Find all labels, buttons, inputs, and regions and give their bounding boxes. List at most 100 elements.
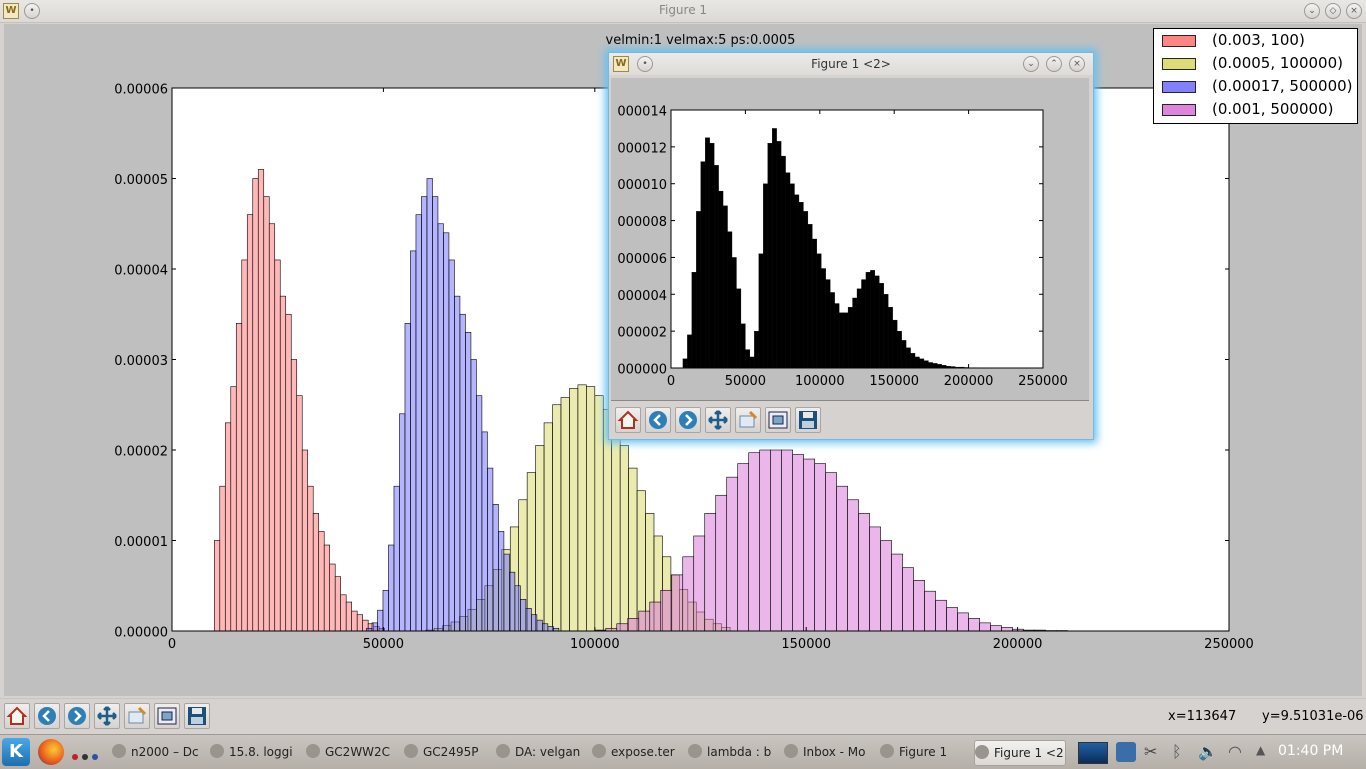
pager-dots[interactable] — [72, 749, 98, 764]
histogram-bar — [527, 473, 535, 631]
histogram-bar — [269, 224, 274, 631]
histogram-bar — [531, 615, 536, 631]
histogram-bar — [892, 554, 903, 631]
sub-forward-button[interactable] — [675, 407, 701, 433]
histogram-bar — [553, 405, 561, 631]
firefox-icon[interactable] — [38, 739, 64, 765]
sub-zoom-button[interactable] — [735, 407, 761, 433]
histogram-bar — [214, 541, 219, 632]
sub-figure-window[interactable]: W • Figure 1 <2> ⌄ ⌃ × 05000010000015000… — [608, 52, 1094, 440]
histogram-bar — [947, 607, 958, 631]
x-tick-label: 0 — [667, 374, 675, 389]
wifi-icon[interactable]: ◠ — [1228, 742, 1242, 761]
maximize-button[interactable]: ◇ — [1325, 3, 1341, 19]
zoom-rect-icon — [740, 416, 754, 427]
subplots-button[interactable] — [154, 703, 180, 729]
histogram-bar — [465, 332, 470, 631]
clock[interactable]: 01:40 PM — [1278, 743, 1343, 759]
back-button[interactable] — [34, 703, 60, 729]
terminal-icon — [592, 744, 606, 758]
minimize-button[interactable]: ⌄ — [1304, 3, 1320, 19]
sub-figure-canvas[interactable]: 0500001000001500002000002500000000000000… — [611, 78, 1089, 401]
tray-expand-icon[interactable]: ▲ — [1256, 743, 1265, 757]
app-launcher-icon[interactable]: K — [2, 738, 30, 766]
legend-swatch — [1162, 58, 1196, 70]
taskbar-item[interactable]: GC2WW2C — [306, 740, 398, 764]
x-tick-label: 0 — [168, 637, 176, 652]
bluetooth-icon[interactable]: ᛒ — [1172, 742, 1182, 761]
move-icon — [98, 707, 116, 725]
cursor-y-readout: y=9.51031e-06 — [1262, 709, 1364, 724]
taskbar-item[interactable]: expose.ter — [592, 740, 680, 764]
histogram-bar — [919, 359, 923, 368]
x-tick-label: 50000 — [725, 374, 766, 389]
clipboard-icon[interactable] — [1116, 742, 1136, 762]
histogram-bar — [383, 590, 388, 631]
histogram-bar — [716, 495, 727, 631]
sub-pan-button[interactable] — [705, 407, 731, 433]
histogram-bar — [837, 486, 848, 631]
taskbar-item[interactable]: lambda : b — [688, 740, 778, 764]
x-tick-label: 50000 — [363, 637, 404, 652]
sub-back-button[interactable] — [645, 407, 671, 433]
sub-window-titlebar[interactable]: W • Figure 1 <2> ⌄ ⌃ × — [609, 53, 1093, 75]
sub-minimize-button[interactable]: ⌄ — [1023, 56, 1039, 72]
home-button[interactable] — [4, 703, 30, 729]
save-button[interactable] — [184, 703, 210, 729]
sub-close-button[interactable]: × — [1069, 56, 1085, 72]
desktop-icon[interactable] — [1078, 742, 1108, 764]
histogram-bar — [438, 224, 443, 631]
histogram-bar — [247, 215, 252, 631]
scissors-icon[interactable]: ✂ — [1144, 742, 1157, 761]
histogram-bar — [253, 179, 258, 632]
histogram-bar — [672, 575, 683, 631]
pan-button[interactable] — [94, 703, 120, 729]
histogram-bar — [410, 251, 415, 631]
taskbar-item[interactable]: Figure 1 <2 — [974, 740, 1066, 766]
histogram-bar — [772, 128, 776, 368]
histogram-bar — [928, 362, 932, 368]
main-window-titlebar[interactable]: W • Figure 1 ⌄ ◇ × — [0, 0, 1366, 23]
histogram-bar — [760, 450, 771, 631]
histogram-bar — [302, 450, 307, 631]
histogram-bar — [509, 572, 514, 631]
histogram-bar — [242, 260, 247, 631]
taskbar-item[interactable]: GC2495P — [404, 740, 490, 764]
y-tick-label: 000004 — [617, 289, 667, 304]
histogram-bar — [620, 445, 628, 631]
histogram-bar — [692, 272, 696, 368]
histogram-bar — [498, 531, 503, 631]
zoom-button[interactable] — [124, 703, 150, 729]
sub-save-button[interactable] — [795, 407, 821, 433]
histogram-bar — [870, 527, 881, 631]
taskbar-item[interactable]: n2000 – Dc — [112, 740, 204, 764]
y-tick-label: 000002 — [617, 326, 667, 341]
histogram-bar — [687, 335, 691, 368]
taskbar-item-label: lambda : b — [707, 745, 771, 759]
close-button[interactable]: × — [1346, 3, 1362, 19]
taskbar-item[interactable]: DA: velgan — [496, 740, 586, 764]
y-tick-label: 0.00005 — [114, 173, 168, 188]
sub-maximize-button[interactable]: ⌃ — [1046, 56, 1062, 72]
sub-toolbar — [609, 403, 1093, 437]
x-tick-label: 200000 — [944, 374, 994, 389]
taskbar-item[interactable]: Inbox - Mo — [784, 740, 874, 764]
histogram-bar — [826, 280, 830, 368]
taskbar-item[interactable]: Figure 1 — [880, 740, 968, 764]
taskbar-item[interactable]: 15.8. loggi — [210, 740, 300, 764]
volume-icon[interactable]: 🔈 — [1198, 742, 1218, 761]
histogram-bar — [476, 396, 481, 631]
sub-home-button[interactable] — [615, 407, 641, 433]
histogram-bar — [357, 615, 362, 631]
forward-button[interactable] — [64, 703, 90, 729]
sub-subplots-button[interactable] — [765, 407, 791, 433]
histogram-bar — [694, 536, 705, 631]
legend-swatch — [1162, 104, 1196, 116]
histogram-bar — [650, 602, 661, 631]
sub-chart[interactable]: 0500001000001500002000002500000000000000… — [611, 78, 1089, 400]
histogram-bar — [330, 564, 335, 631]
y-tick-label: 0.00001 — [114, 535, 168, 550]
histogram-bar — [482, 432, 487, 631]
histogram-bar — [924, 361, 928, 368]
histogram-bar — [586, 387, 594, 631]
